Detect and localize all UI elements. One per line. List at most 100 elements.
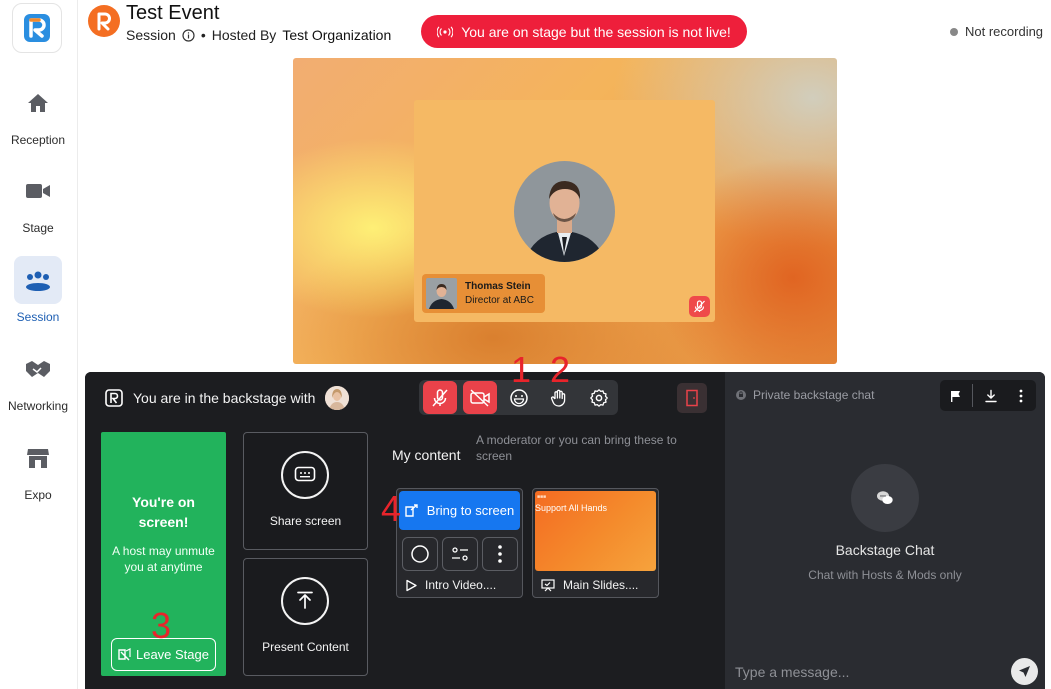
speaker-avatar [514,161,615,262]
speaker-name: Thomas Stein [465,281,531,292]
share-screen-label: Share screen [269,514,342,528]
mic-muted-icon [689,296,710,317]
video-options-button[interactable] [442,537,478,571]
live-alert-text: You are on stage but the session is not … [461,23,731,40]
backstage-title: You are in the backstage with [105,386,350,410]
store-icon [14,434,62,482]
more-options-button[interactable] [482,537,518,571]
more-vertical-icon [1019,389,1023,402]
content-item-title: Main Slides.... [563,578,639,592]
on-screen-subtitle: A host may unmute you at anytime [112,544,215,574]
sidebar-item-label: Expo [24,488,52,502]
gear-icon [590,388,608,407]
live-status-alert: You are on stage but the session is not … [421,15,747,48]
session-label: Session [126,27,176,43]
present-content-button[interactable]: Present Content [243,558,368,676]
record-button[interactable] [402,537,438,571]
mic-toggle-button[interactable] [423,381,457,414]
speaker-name-tag: Thomas Stein Director at ABC [422,274,545,313]
leave-stage-icon [118,648,131,661]
share-screen-button[interactable]: Share screen [243,432,368,550]
chat-toolbar [940,380,1036,411]
content-item-title: Intro Video.... [425,578,497,592]
sidebar-item-networking[interactable]: Networking [0,345,76,425]
chat-header: Private backstage chat [735,388,874,402]
backstage-participant-avatar[interactable] [325,386,350,410]
chat-header-text: Private backstage chat [753,388,875,402]
broadcast-icon [437,25,454,38]
backstage-main: You are in the backstage with You're on … [85,372,725,689]
sidebar-item-reception[interactable]: Reception [0,79,76,159]
chat-empty-title: Backstage Chat [835,542,935,558]
bring-to-screen-label: Bring to screen [426,503,515,518]
sidebar-item-stage[interactable]: Stage [0,167,76,247]
sliders-icon [452,547,468,561]
play-icon [406,579,417,591]
bring-to-screen-button[interactable]: Bring to screen [399,491,520,530]
emoji-icon [510,388,528,407]
annotation-marker-4: 4 [381,488,402,529]
stage-view: Thomas Stein Director at ABC [293,58,837,364]
send-message-button[interactable] [1011,658,1038,685]
sidebar-item-label: Networking [7,399,69,413]
hosted-by-label: Hosted By [211,27,277,43]
organization-name: Test Organization [282,27,392,43]
annotation-marker-3: 3 [151,605,172,646]
content-item-intro-video[interactable]: Bring to screen Intro Video.... [396,488,523,598]
app-logo[interactable] [12,3,62,53]
info-icon[interactable] [182,28,195,42]
sidebar-item-session[interactable]: Session [0,256,76,336]
chat-bubble-icon [851,464,919,532]
video-camera-icon [14,167,62,215]
chat-pin-button[interactable] [941,380,971,411]
annotation-marker-2: 2 [550,349,571,390]
download-icon [985,389,997,402]
chat-download-button[interactable] [976,380,1006,411]
recording-status-text: Not recording [965,24,1044,39]
camera-off-icon [470,388,490,407]
send-icon [1019,666,1030,677]
logo-icon [24,14,50,42]
chat-more-button[interactable] [1006,380,1036,411]
slides-thumbnail-title: Support All Hands [535,503,608,513]
upload-icon [281,577,329,625]
people-icon [14,256,62,304]
bring-to-screen-icon [405,504,418,517]
recording-status: Not recording [950,24,1043,39]
share-screen-icon [281,451,329,499]
on-screen-title: You're on screen! [132,494,195,530]
speaker-role: Director at ABC [465,295,534,306]
leave-stage-label: Leave Stage [135,647,209,662]
exit-backstage-button[interactable] [677,383,707,413]
toolbar-divider [972,384,973,407]
my-content-hint: A moderator or you can bring these to sc… [476,433,677,463]
chat-message-input[interactable] [735,661,985,683]
camera-toggle-button[interactable] [463,381,497,414]
event-subtitle: Session • Hosted By Test Organization [126,27,391,43]
speaker-tile: Thomas Stein Director at ABC [414,100,715,322]
content-item-main-slides[interactable]: ■■■ Support All Hands Main Slides.... [532,488,659,598]
annotation-marker-1: 1 [511,349,532,390]
present-content-label: Present Content [262,640,349,654]
backstage-panel: You are in the backstage with You're on … [85,372,1045,689]
more-vertical-icon [498,545,502,563]
settings-button[interactable] [582,381,616,414]
circle-icon [411,545,429,563]
backstage-logo-icon [105,389,123,407]
private-chat-icon [736,390,746,400]
chat-empty-subtitle: Chat with Hosts & Mods only [808,568,962,582]
slides-thumbnail-logo: ■■■ [537,494,547,500]
backstage-title-text: You are in the backstage with [133,390,316,406]
content-item-label: Main Slides.... [541,578,638,592]
event-title: Test Event [126,2,220,24]
speaker-thumbnail [426,278,457,309]
flag-icon [951,390,960,402]
mic-off-icon [432,388,448,406]
my-content-heading: My content [392,447,461,463]
sidebar-item-label: Reception [10,133,66,147]
hand-icon [550,389,566,407]
sidebar-item-label: Session [16,310,60,324]
sidebar-item-expo[interactable]: Expo [0,434,76,514]
event-logo [88,5,120,37]
sidebar-item-label: Stage [22,221,54,235]
